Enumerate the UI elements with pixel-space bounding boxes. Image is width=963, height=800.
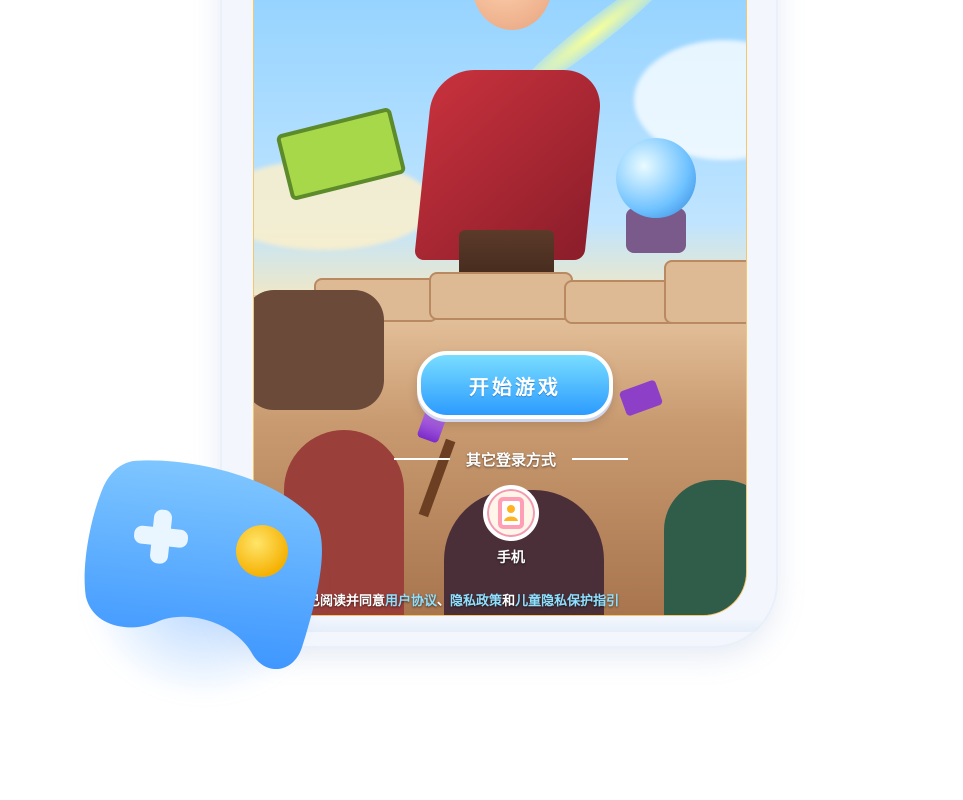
gamepad-icon (82, 459, 322, 670)
agreement-text: 我已阅读并同意用户协议、隐私政策和儿童隐私保护指引 (294, 590, 746, 610)
child-privacy-link[interactable]: 儿童隐私保护指引 (515, 594, 619, 609)
phone-login-button[interactable]: 手机 (481, 485, 541, 567)
start-game-button[interactable]: 开始游戏 (417, 351, 613, 419)
agreement-separator: 、 (437, 594, 451, 609)
agreement-and: 和 (502, 594, 516, 609)
other-login-section: 其它登录方式 (384, 448, 638, 470)
divider-right (572, 458, 628, 460)
user-agreement-link[interactable]: 用户协议 (385, 594, 437, 609)
other-login-label: 其它登录方式 (465, 450, 556, 469)
phone-login-label: 手机 (497, 550, 525, 566)
game-login-screen: 开始游戏 其它登录方式 手机 我已阅读并同意用户协议、隐私政策和儿童隐私保护指引 (253, 0, 747, 616)
privacy-policy-link[interactable]: 隐私政策 (450, 594, 502, 609)
phone-icon (483, 485, 539, 541)
divider-left (393, 458, 450, 460)
